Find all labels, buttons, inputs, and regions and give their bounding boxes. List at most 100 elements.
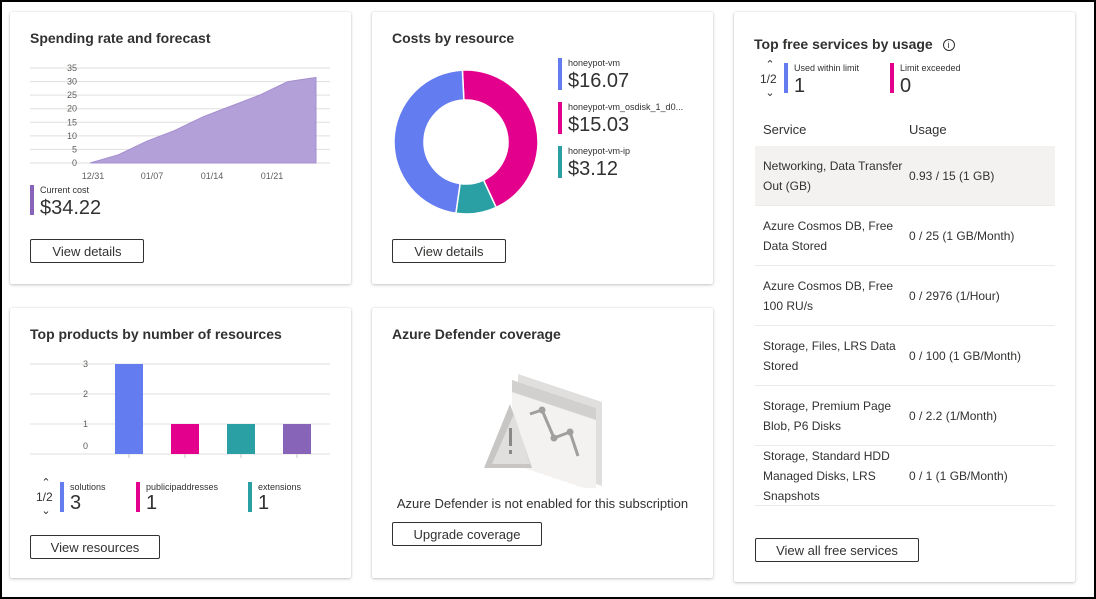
view-resources-button[interactable]: View resources xyxy=(30,535,160,559)
product-legend-value: 1 xyxy=(258,492,270,514)
free-services-title-text: Top free services by usage xyxy=(754,36,933,52)
free-services-table: Service Usage Networking, Data Transfer … xyxy=(755,112,1055,512)
products-y-tick: 2 xyxy=(83,389,88,399)
service-cell: Azure Cosmos DB, Free Data Stored xyxy=(763,218,894,253)
service-cell: Storage, Premium Page Blob, P6 Disks xyxy=(763,398,892,433)
cost-legend-color-bar xyxy=(558,146,562,178)
products-pager-label: 1/2 xyxy=(36,490,53,504)
spending-y-tick: 25 xyxy=(67,90,77,100)
spending-chart: 0 5 10 15 20 25 30 35 12/31 01/07 01/14 01/21 xyxy=(30,63,330,181)
info-icon[interactable]: i xyxy=(942,39,955,51)
service-column-header[interactable]: Service xyxy=(763,122,806,137)
cost-legend-label: honeypot-vm_osdisk_1_d0... xyxy=(568,102,684,112)
table-row[interactable]: Azure Cosmos DB, Free Data Stored 0 / 25 … xyxy=(755,206,1055,266)
free-legend-color-bar xyxy=(890,63,894,93)
free-legend-color-bar xyxy=(784,63,788,93)
pager-up-icon[interactable]: ⌃ xyxy=(36,478,56,489)
current-cost-value: $34.22 xyxy=(40,197,102,219)
spending-x-tick: 01/21 xyxy=(261,171,284,181)
spending-y-tick: 0 xyxy=(72,158,77,168)
table-row[interactable]: Networking, Data Transfer Out (GB) 0.93 /… xyxy=(755,146,1055,206)
table-row[interactable]: Storage, Files, LRS Data Stored 0 / 100 (… xyxy=(755,326,1055,386)
service-cell: Storage, Standard HDD Managed Disks, LRS… xyxy=(763,448,890,503)
product-legend-color-bar xyxy=(248,482,252,512)
usage-cell: 0 / 25 (1 GB/Month) xyxy=(909,228,1015,243)
spending-y-tick: 10 xyxy=(67,131,77,141)
products-y-tick: 0 xyxy=(83,441,88,451)
table-row[interactable]: Storage, Premium Page Blob, P6 Disks 0 / … xyxy=(755,386,1055,446)
costs-donut-chart xyxy=(393,69,539,215)
free-legend-label: Used within limit xyxy=(794,63,860,73)
product-legend-color-bar xyxy=(60,482,64,512)
spending-x-tick: 12/31 xyxy=(82,171,105,181)
cost-legend-label: honeypot-vm-ip xyxy=(568,146,631,156)
free-legend-label: Limit exceeded xyxy=(900,63,961,73)
spending-x-tick: 01/14 xyxy=(201,171,224,181)
products-y-tick: 1 xyxy=(83,419,88,429)
pager-up-icon[interactable]: ⌃ xyxy=(760,60,780,71)
defender-message: Azure Defender is not enabled for this s… xyxy=(396,496,689,511)
defender-title: Azure Defender coverage xyxy=(392,326,561,342)
table-row[interactable]: Azure Cosmos DB, Free 100 RU/s 0 / 2976 (… xyxy=(755,266,1055,326)
free-services-title: Top free services by usage i xyxy=(754,36,955,52)
spending-y-tick: 30 xyxy=(67,77,77,87)
products-card: Top products by number of resources 0 1 2 3… xyxy=(10,308,351,578)
current-cost-color-bar xyxy=(30,185,34,215)
spending-y-tick: 5 xyxy=(72,144,77,154)
spending-y-tick: 35 xyxy=(67,63,77,73)
cost-legend-value: $3.12 xyxy=(568,158,619,180)
cost-legend-value: $15.03 xyxy=(568,114,630,136)
service-cell: Networking, Data Transfer Out (GB) xyxy=(763,158,903,193)
free-services-pager: ⌃ 1/2 ⌄ xyxy=(760,60,780,99)
view-all-free-services-button[interactable]: View all free services xyxy=(755,538,919,562)
products-pager: ⌃ 1/2 ⌄ xyxy=(36,478,56,517)
usage-cell: 0 / 2976 (1/Hour) xyxy=(909,288,1000,303)
usage-column-header[interactable]: Usage xyxy=(909,122,947,137)
defender-illustration-icon xyxy=(484,374,602,488)
product-legend-value: 1 xyxy=(146,492,158,514)
usage-cell: 0 / 100 (1 GB/Month) xyxy=(909,348,1022,363)
service-cell: Azure Cosmos DB, Free 100 RU/s xyxy=(763,278,894,313)
service-cell: Storage, Files, LRS Data Stored xyxy=(763,338,896,373)
product-legend-value: 3 xyxy=(70,492,82,514)
products-title: Top products by number of resources xyxy=(30,326,282,342)
product-legend-label: extensions xyxy=(258,482,302,492)
table-header: Service Usage xyxy=(755,112,1055,146)
pager-down-icon[interactable]: ⌄ xyxy=(760,88,780,99)
spending-title: Spending rate and forecast xyxy=(30,30,211,46)
defender-card: Azure Defender coverage Azure Defender i… xyxy=(372,308,713,578)
free-legend-value: 0 xyxy=(900,75,912,97)
usage-cell: 0 / 1 (1 GB/Month) xyxy=(909,468,1008,483)
free-services-pager-label: 1/2 xyxy=(760,72,777,86)
upgrade-coverage-button[interactable]: Upgrade coverage xyxy=(392,522,542,546)
usage-cell: 0.93 / 15 (1 GB) xyxy=(909,168,995,183)
free-services-card: Top free services by usage i ⌃ 1/2 ⌄ Use… xyxy=(734,12,1075,582)
usage-cell: 0 / 2.2 (1/Month) xyxy=(909,408,998,423)
spending-area xyxy=(89,76,317,164)
products-bar[interactable] xyxy=(171,424,199,454)
product-legend-color-bar xyxy=(136,482,140,512)
product-legend-label: solutions xyxy=(70,482,106,492)
costs-view-details-button[interactable]: View details xyxy=(392,239,506,263)
spending-view-details-button[interactable]: View details xyxy=(30,239,144,263)
product-legend-label: publicipaddresses xyxy=(146,482,219,492)
spending-y-tick: 20 xyxy=(67,104,77,114)
products-bar[interactable] xyxy=(115,364,143,454)
products-y-tick: 3 xyxy=(83,359,88,369)
table-row[interactable]: Storage, Standard HDD Managed Disks, LRS… xyxy=(755,446,1055,506)
costs-card: Costs by resource honeypot-vm $16.07 honey… xyxy=(372,12,713,284)
costs-title: Costs by resource xyxy=(392,30,515,46)
dashboard-frame: Spending rate and forecast 0 5 10 15 20 25 30 3… xyxy=(0,0,1096,599)
cost-legend-label: honeypot-vm xyxy=(568,58,621,68)
spending-card: Spending rate and forecast 0 5 10 15 20 25 30 3… xyxy=(10,12,351,284)
spending-x-tick: 01/07 xyxy=(141,171,164,181)
cost-legend-color-bar xyxy=(558,58,562,90)
pager-down-icon[interactable]: ⌄ xyxy=(36,506,56,517)
products-bar[interactable] xyxy=(283,424,311,454)
donut-slice-honeypot-vm[interactable] xyxy=(393,69,465,215)
spending-y-tick: 15 xyxy=(67,117,77,127)
current-cost-label: Current cost xyxy=(40,185,90,195)
products-bar[interactable] xyxy=(227,424,255,454)
products-bar-chart: 0 1 2 3 xyxy=(30,359,330,458)
cost-legend-value: $16.07 xyxy=(568,70,630,92)
